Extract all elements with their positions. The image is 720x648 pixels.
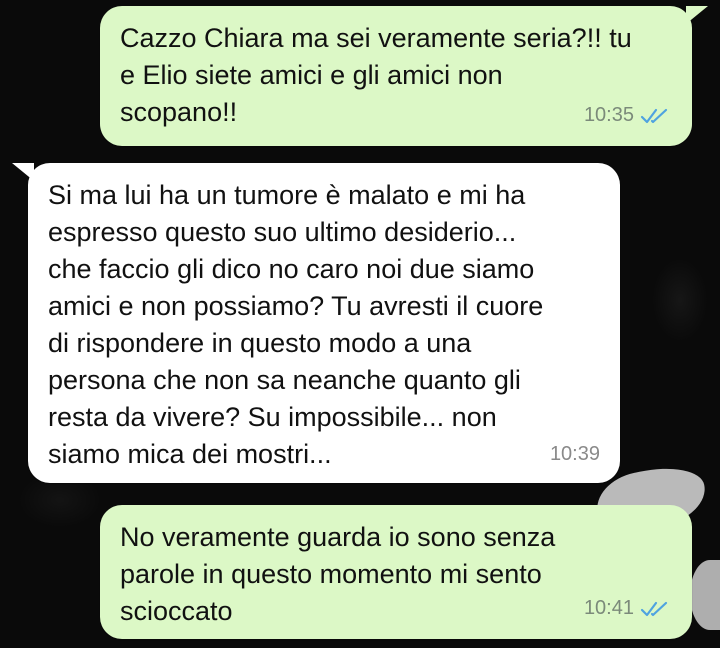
- message-text: Si ma lui ha un tumore è malato e mi ha …: [48, 180, 544, 469]
- wallpaper-doodle: [690, 560, 720, 630]
- outgoing-message-bubble[interactable]: Cazzo Chiara ma sei veramente seria?!! t…: [100, 6, 708, 146]
- message-meta: 10:39: [550, 436, 600, 473]
- message-time: 10:39: [549, 443, 600, 465]
- outgoing-message-bubble[interactable]: No veramente guarda io sono senza parole…: [100, 505, 692, 639]
- double-check-read-icon: [640, 601, 668, 616]
- double-check-read-icon: [640, 108, 668, 123]
- message-meta: 10:41: [584, 590, 670, 627]
- message-time: 10:41: [583, 597, 634, 619]
- message-meta: 10:35: [584, 97, 670, 134]
- incoming-message-bubble[interactable]: Si ma lui ha un tumore è malato e mi ha …: [12, 163, 620, 483]
- message-time: 10:35: [583, 104, 634, 126]
- bubble-tail: [686, 6, 708, 24]
- bubble-tail: [12, 163, 34, 181]
